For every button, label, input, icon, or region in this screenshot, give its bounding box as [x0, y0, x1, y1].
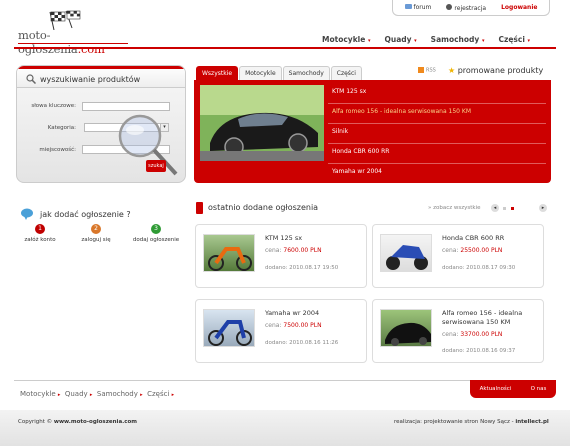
- listing-card[interactable]: Alfa romeo 156 - idealna serwisowana 150…: [372, 299, 544, 363]
- star-icon: ★: [448, 66, 456, 75]
- bookmark-icon: [196, 202, 203, 214]
- nav-divider: [14, 47, 556, 49]
- forum-icon: [404, 4, 412, 9]
- step-3: 3 dodaj ogłoszenie: [132, 224, 180, 243]
- promo-list-item[interactable]: Honda CBR 600 RR: [328, 144, 546, 164]
- tab-motocykle[interactable]: Motocykle: [239, 66, 282, 80]
- car-image: [200, 85, 324, 161]
- listing-photo: [203, 234, 255, 272]
- promo-list: KTM 125 sx Alfa romeo 156 - idealna serw…: [328, 84, 546, 184]
- listing-price: cena: 7500.00 PLN: [265, 322, 322, 329]
- how-to-add-steps: 1 załóż konto 2 zaloguj się 3 dodaj ogło…: [18, 224, 186, 252]
- search-panel-title: wyszukiwanie produktów: [40, 75, 141, 84]
- bottom-bar: [0, 410, 570, 446]
- register-link[interactable]: rejestracja: [446, 3, 486, 12]
- listing-date: dodano: 2010.08.17 19:50: [265, 265, 339, 271]
- nav-item-czesci[interactable]: Części ▾: [498, 35, 530, 44]
- promo-list-item[interactable]: Yamaha wr 2004: [328, 164, 546, 184]
- listing-card[interactable]: Yamaha wr 2004 cena: 7500.00 PLN dodano:…: [195, 299, 367, 363]
- step-2: 2 zaloguj się: [81, 224, 111, 243]
- recent-title: ostatnio dodane ogłoszenia: [208, 203, 319, 212]
- listing-card[interactable]: KTM 125 sx cena: 7600.00 PLN dodano: 201…: [195, 224, 367, 288]
- listing-price: cena: 25500.00 PLN: [442, 247, 503, 254]
- listing-date: dodano: 2010.08.16 11:26: [265, 340, 339, 346]
- tab-wszystkie[interactable]: Wszystkie: [196, 66, 239, 80]
- footer-link-motocykle[interactable]: Motocykle ▸: [20, 390, 60, 398]
- rss-link[interactable]: RSS: [418, 67, 436, 74]
- copyright: Copyright © www.moto-ogloszenia.com: [18, 419, 138, 425]
- promo-photo[interactable]: [200, 85, 324, 161]
- tab-czesci[interactable]: Części: [330, 66, 362, 80]
- listing-price: cena: 7600.00 PLN: [265, 247, 322, 254]
- step-1: 1 załóż konto: [24, 224, 56, 243]
- nav-item-motocykle[interactable]: Motocykle ▾: [322, 35, 370, 44]
- tab-aktualnosci[interactable]: Aktualności: [480, 386, 512, 392]
- footer-link-czesci[interactable]: Części ▸: [147, 390, 174, 398]
- magnifier-illustration-icon: [118, 114, 178, 176]
- promo-tabs: Wszystkie Motocykle Samochody Części: [196, 66, 363, 80]
- listing-photo: [203, 309, 255, 347]
- category-label: Kategoria:: [47, 125, 76, 131]
- recent-header: ostatnio dodane ogłoszenia » zobacz wszy…: [194, 200, 551, 216]
- credit: realizacja: projektowanie stron Nowy Sąc…: [394, 419, 549, 425]
- speech-bubble-icon: [21, 208, 33, 220]
- forum-link[interactable]: forum: [404, 4, 431, 11]
- how-to-add-title: jak dodać ogłoszenie ?: [40, 210, 131, 219]
- pager-dot-icon[interactable]: [503, 207, 506, 210]
- top-user-bar: forum rejestracja Logowanie: [392, 0, 550, 16]
- nav-item-samochody[interactable]: Samochody ▾: [431, 35, 485, 44]
- listing-photo: [380, 234, 432, 272]
- footer-tabs: Aktualności O nas: [470, 380, 556, 398]
- listing-name: Yamaha wr 2004: [265, 309, 320, 317]
- listing-date: dodano: 2010.08.17 09:30: [442, 265, 516, 271]
- credit-brand-link[interactable]: intellect.pl: [515, 419, 548, 425]
- promo-list-item[interactable]: KTM 125 sx: [328, 84, 546, 104]
- listing-name: Honda CBR 600 RR: [442, 234, 505, 242]
- listing-price: cena: 33700.00 PLN: [442, 331, 503, 338]
- see-all-link[interactable]: » zobacz wszystkie: [428, 205, 481, 211]
- user-icon: [446, 3, 453, 10]
- tab-o-nas[interactable]: O nas: [531, 386, 547, 392]
- logo-underline: [18, 43, 128, 44]
- nav-item-quady[interactable]: Quady ▾: [384, 35, 416, 44]
- prev-arrow-icon[interactable]: ◂: [491, 204, 499, 212]
- checkered-flag-icon: [49, 10, 81, 30]
- listing-name: Alfa romeo 156 - idealna serwisowana 150…: [442, 309, 523, 326]
- logo-text: moto-ogloszenia.com: [18, 28, 105, 56]
- listing-photo: [380, 309, 432, 347]
- promo-list-item[interactable]: Silnik: [328, 124, 546, 144]
- rss-icon: [418, 67, 424, 73]
- promo-list-item-active[interactable]: Alfa romeo 156 - idealna serwisowana 150…: [328, 104, 546, 124]
- main-nav: Motocykle ▾ Quady ▾ Samochody ▾ Części ▾: [322, 35, 530, 44]
- footer-link-samochody[interactable]: Samochody ▸: [97, 390, 143, 398]
- tab-samochody[interactable]: Samochody: [282, 66, 330, 80]
- footer-nav: Motocykle ▸ Quady ▸ Samochody ▸ Części ▸: [20, 390, 174, 398]
- listing-date: dodano: 2010.08.16 09:37: [442, 348, 516, 354]
- pager-dot-active-icon[interactable]: [511, 207, 514, 210]
- promo-title: ★ promowane produkty: [448, 66, 544, 75]
- search-button[interactable]: szukaj: [146, 160, 166, 172]
- next-arrow-icon[interactable]: ▸: [539, 204, 547, 212]
- listing-card[interactable]: Honda CBR 600 RR cena: 25500.00 PLN doda…: [372, 224, 544, 288]
- search-icon: [26, 74, 36, 84]
- site-logo[interactable]: moto-ogloszenia.com: [18, 10, 130, 56]
- city-label: miejscowość:: [39, 147, 76, 153]
- login-link[interactable]: Logowanie: [501, 4, 537, 11]
- keywords-label: słowa kluczowe:: [31, 103, 76, 109]
- footer-link-quady[interactable]: Quady ▸: [65, 390, 93, 398]
- listing-name: KTM 125 sx: [265, 234, 303, 242]
